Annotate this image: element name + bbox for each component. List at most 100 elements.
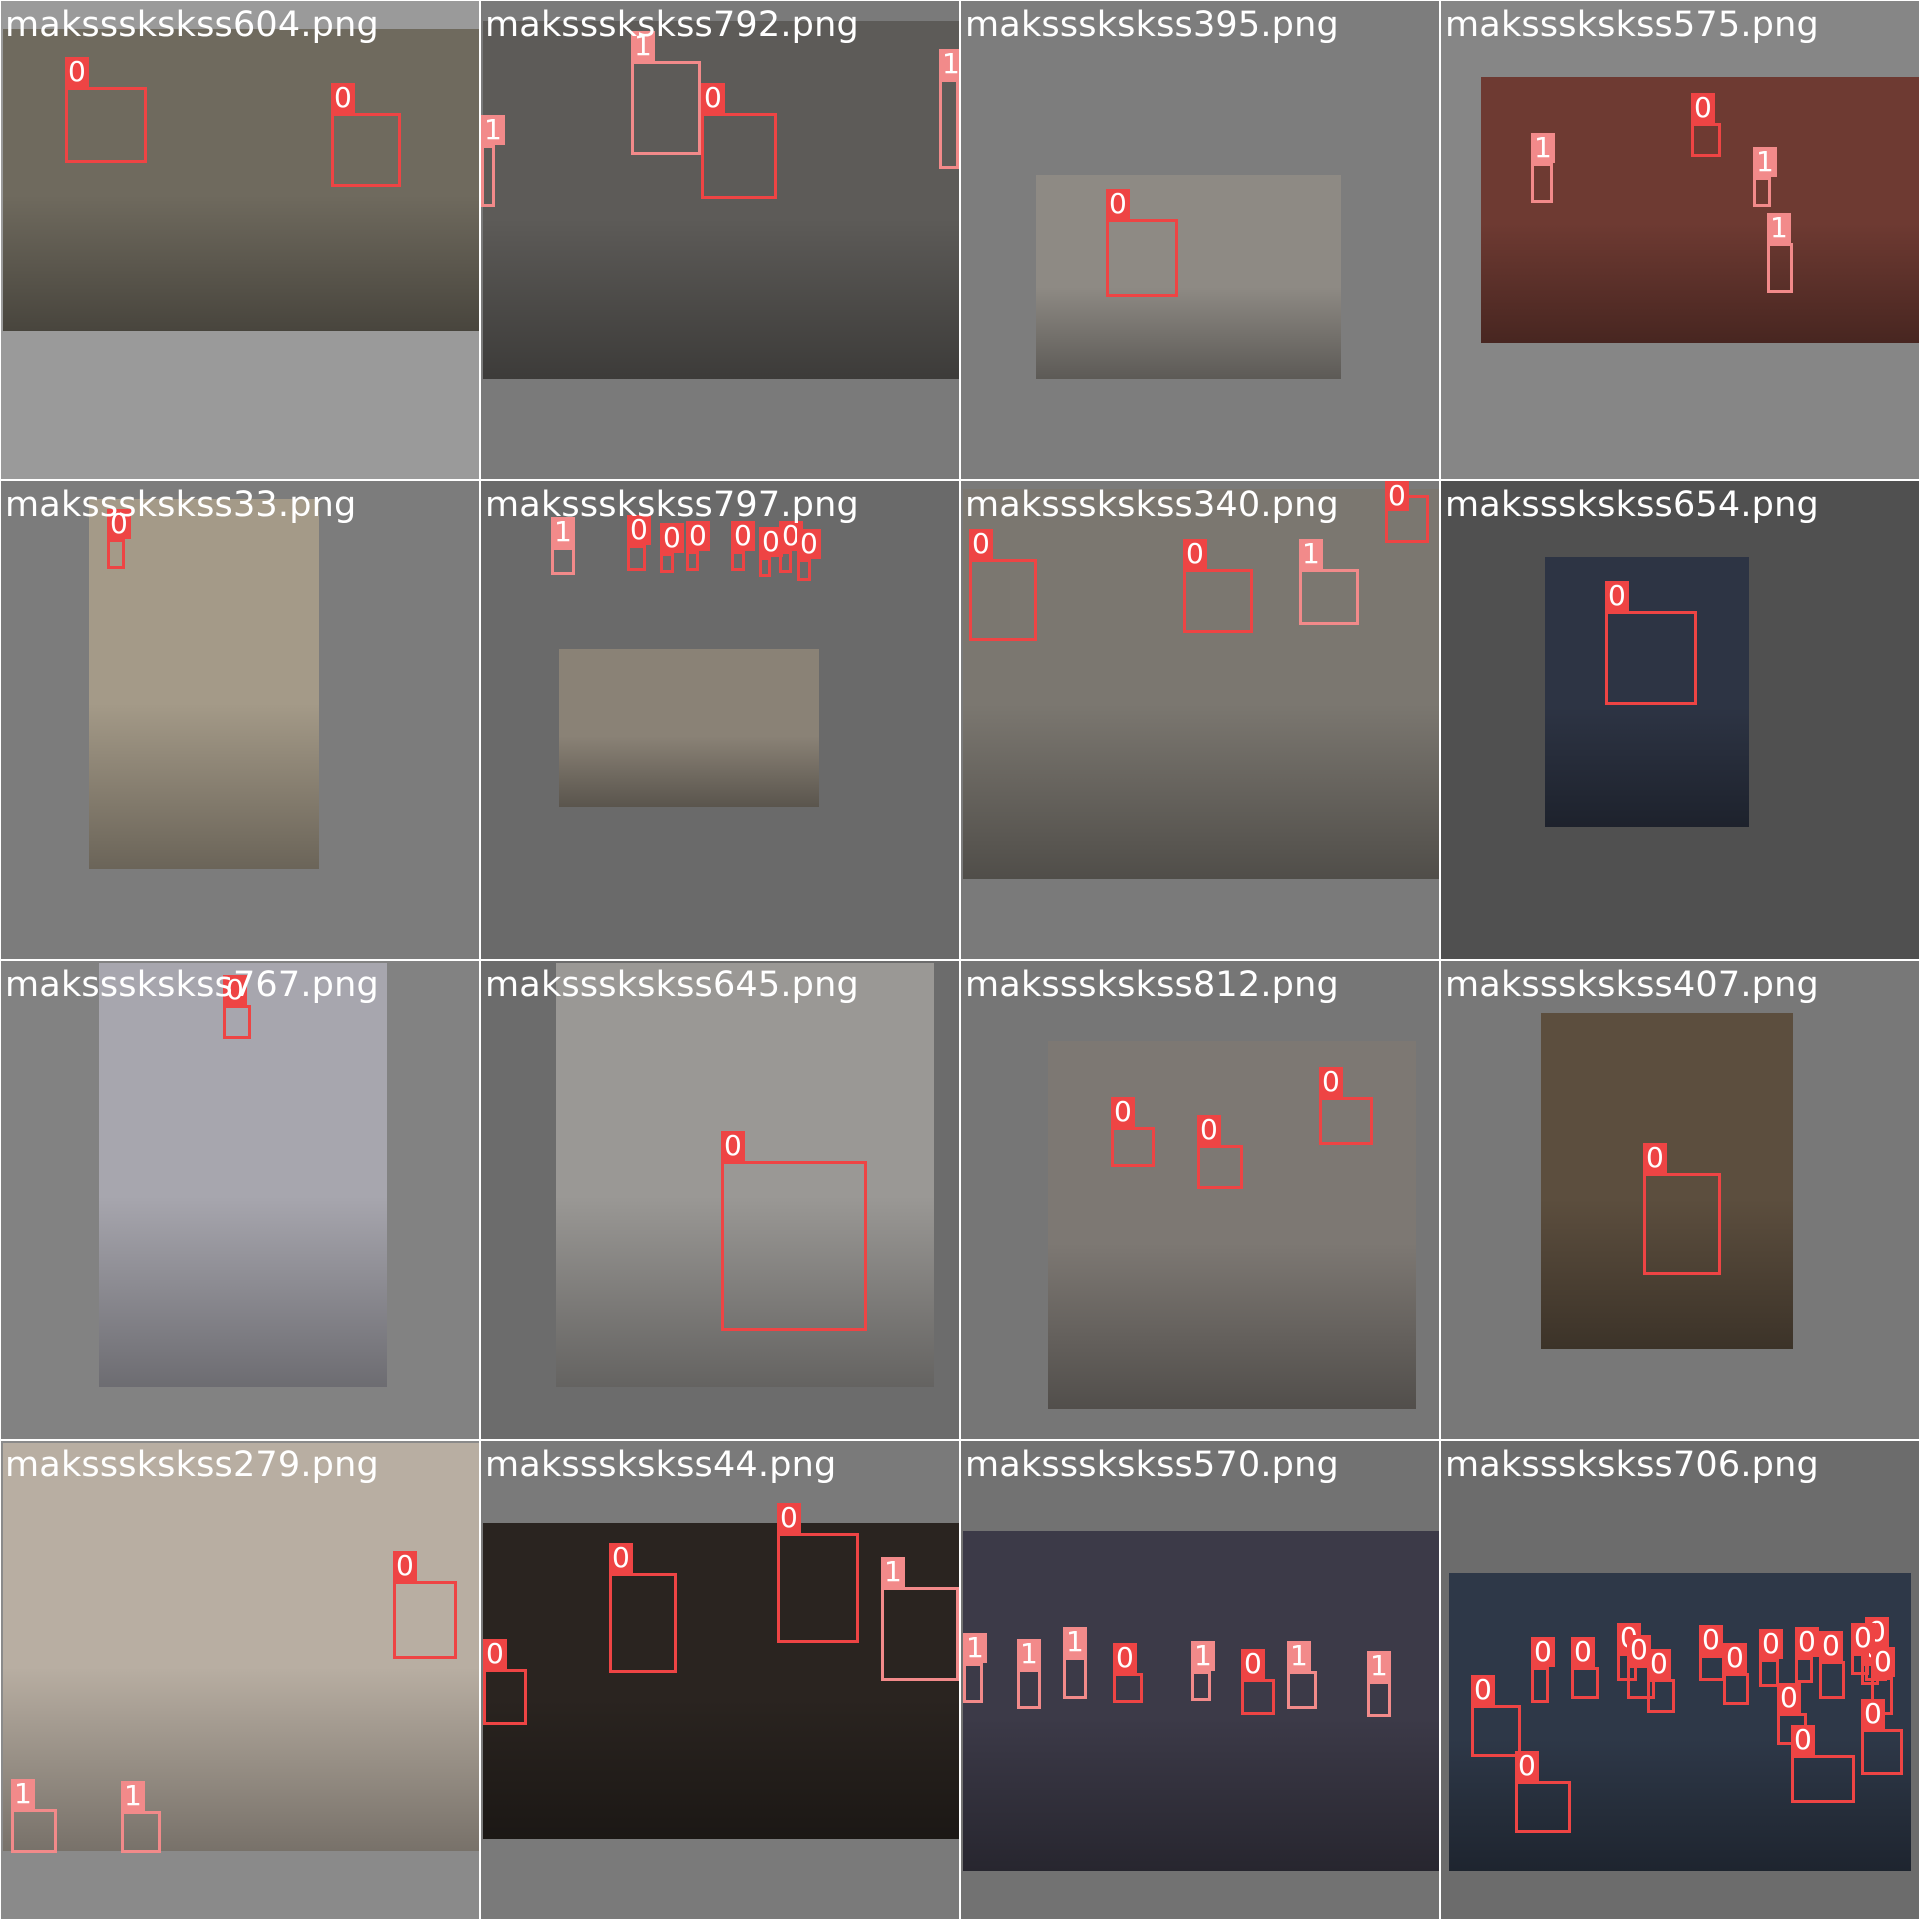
class-label: 0	[777, 1503, 801, 1533]
class-label: 0	[797, 529, 821, 559]
class-label: 0	[1819, 1631, 1843, 1661]
detection-box	[1759, 1659, 1779, 1687]
class-label: 1	[881, 1557, 905, 1587]
mosaic-tile: 0000000000000000000makssskskss706.png	[1441, 1441, 1919, 1919]
class-label: 1	[121, 1781, 145, 1811]
class-label: 0	[1106, 189, 1130, 219]
class-label: 0	[1385, 481, 1409, 511]
tile-filename: makssskskss44.png	[485, 1445, 837, 1485]
class-label: 1	[963, 1633, 987, 1663]
tile-photo	[1036, 175, 1341, 379]
detection-box	[1183, 569, 1253, 633]
class-label: 0	[1113, 1643, 1137, 1673]
tile-photo	[483, 21, 959, 379]
class-label: 1	[1063, 1627, 1087, 1657]
detection-box	[969, 559, 1037, 641]
class-label: 0	[1791, 1725, 1815, 1755]
detection-box	[759, 557, 771, 577]
detection-box	[779, 551, 792, 573]
class-label: 1	[1299, 539, 1323, 569]
detection-box	[963, 1663, 983, 1703]
detection-box	[1299, 569, 1359, 625]
detection-box	[1861, 1729, 1903, 1775]
mosaic-tile: 0 1 1 1 makssskskss575.png	[1441, 1, 1919, 479]
detection-box	[1531, 163, 1553, 203]
class-label: 0	[1643, 1143, 1667, 1173]
tile-filename: makssskskss575.png	[1445, 5, 1819, 45]
class-label: 0	[731, 521, 755, 551]
class-label: 0	[1795, 1627, 1819, 1657]
class-label: 0	[1183, 539, 1207, 569]
detection-box	[1819, 1661, 1845, 1699]
photo-shading	[559, 735, 819, 807]
detection-box	[1111, 1127, 1155, 1167]
detection-box	[701, 113, 777, 199]
mosaic-tile: 0 0 makssskskss604.png	[1, 1, 479, 479]
class-label: 0	[1861, 1699, 1885, 1729]
class-label: 1	[1287, 1641, 1311, 1671]
detection-box	[65, 87, 147, 163]
class-label: 0	[1759, 1629, 1783, 1659]
detection-box	[721, 1161, 867, 1331]
photo-shading	[963, 1718, 1439, 1871]
class-label: 1	[1531, 133, 1555, 163]
tile-filename: makssskskss645.png	[485, 965, 859, 1005]
class-label: 0	[1197, 1115, 1221, 1145]
detection-box	[1197, 1145, 1243, 1189]
detection-box	[1191, 1671, 1211, 1701]
mosaic-tile: 0 makssskskss33.png	[1, 481, 479, 959]
mosaic-tile: 1 0 0 0 0 0 0 0 makssskskss797.png	[481, 481, 959, 959]
detection-box	[1791, 1755, 1855, 1803]
class-label: 0	[1777, 1683, 1801, 1713]
photo-shading	[1048, 1243, 1416, 1409]
detection-box	[1605, 611, 1697, 705]
class-label: 0	[609, 1543, 633, 1573]
class-label: 1	[481, 115, 505, 145]
class-label: 0	[1699, 1625, 1723, 1655]
detection-box	[1723, 1673, 1749, 1705]
photo-shading	[483, 217, 959, 379]
tile-filename: makssskskss570.png	[965, 1445, 1339, 1485]
class-label: 0	[1471, 1675, 1495, 1705]
detection-box	[731, 551, 745, 571]
detection-box	[1795, 1657, 1813, 1683]
detection-box	[11, 1809, 57, 1853]
photo-shading	[1545, 705, 1749, 827]
class-label: 0	[969, 529, 993, 559]
class-label: 0	[393, 1551, 417, 1581]
tile-filename: makssskskss797.png	[485, 485, 859, 525]
photo-shading	[1036, 287, 1341, 379]
detection-box	[1851, 1653, 1869, 1675]
photo-shading	[3, 1667, 479, 1851]
mosaic-tile: 0 0 0 makssskskss812.png	[961, 961, 1439, 1439]
photo-shading	[483, 1696, 959, 1839]
mosaic-tile: 0 makssskskss767.png	[1, 961, 479, 1439]
detection-box	[1063, 1657, 1087, 1699]
detection-box	[881, 1587, 959, 1681]
detection-box	[797, 559, 811, 581]
detection-box	[481, 145, 495, 207]
class-label: 0	[1691, 93, 1715, 123]
detection-box	[331, 113, 401, 187]
detection-box	[686, 551, 699, 571]
detection-box	[1287, 1671, 1317, 1709]
photo-shading	[3, 195, 479, 331]
detection-box	[1571, 1667, 1599, 1699]
detection-box	[1767, 243, 1793, 293]
class-label: 1	[1191, 1641, 1215, 1671]
detection-box	[1691, 123, 1721, 157]
class-label: 0	[701, 83, 725, 113]
class-label: 0	[1851, 1623, 1875, 1653]
photo-shading	[1481, 223, 1919, 343]
photo-shading	[89, 702, 319, 869]
mosaic-tile: 1 1 1 0 1 0 1 1 makssskskss570.png	[961, 1441, 1439, 1919]
detection-box	[1113, 1673, 1143, 1703]
class-label: 1	[939, 49, 959, 79]
detection-box	[1647, 1679, 1675, 1713]
mosaic-tile: 0 makssskskss395.png	[961, 1, 1439, 479]
detection-box	[1319, 1097, 1373, 1145]
class-label: 1	[1767, 213, 1791, 243]
class-label: 0	[483, 1639, 507, 1669]
mosaic-tile: 0 1 1 makssskskss279.png	[1, 1441, 479, 1919]
tile-filename: makssskskss33.png	[5, 485, 357, 525]
